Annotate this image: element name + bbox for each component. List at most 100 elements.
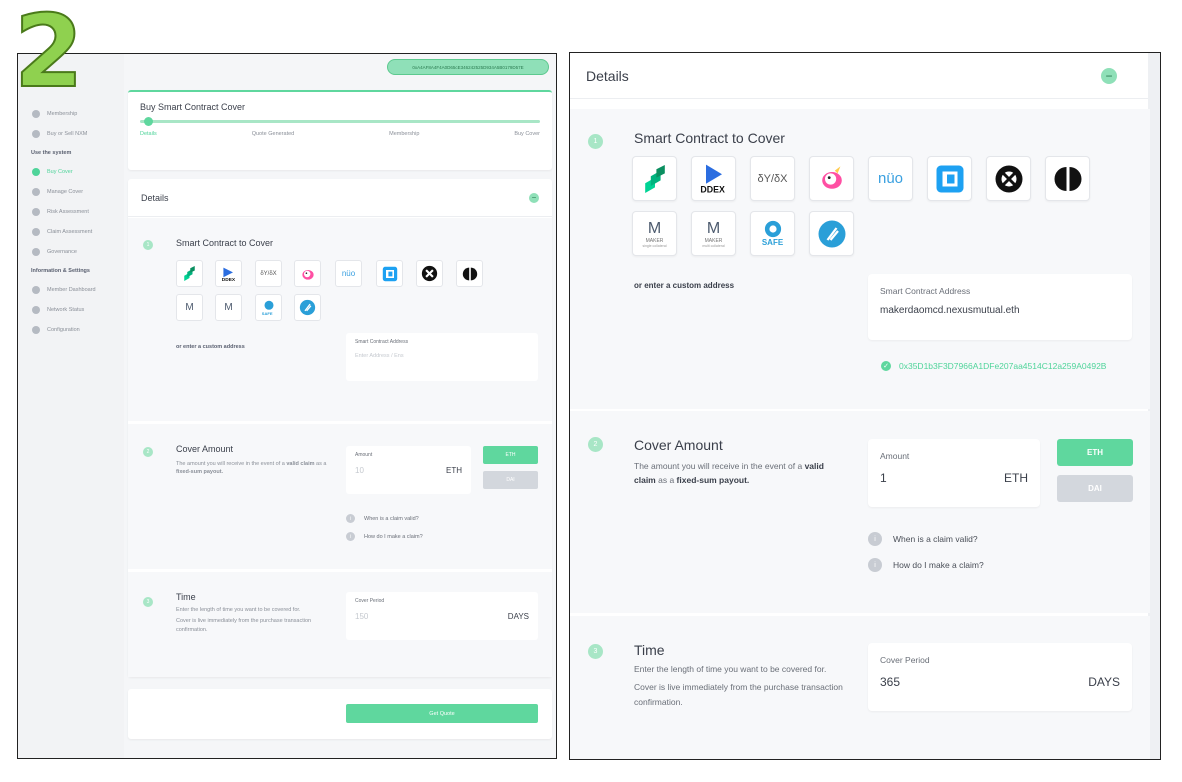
section-number-1: 1 [143,240,153,250]
details-title: Details [141,192,169,203]
dharma-logo[interactable] [456,260,483,287]
nuo-logo[interactable]: nüo [335,260,362,287]
main-content: Buy Smart Contract Cover Details Quote G… [128,90,552,739]
zerox-logo[interactable] [986,156,1031,201]
ddex-logo[interactable]: DDEX [691,156,736,201]
resolved-address: ✓ 0x35D1b3F3D7966A1DFe207aa4514C12a259A04… [881,361,1106,371]
section-smart-contract: 1 Smart Contract to Cover DDEX δY/δX nüo… [128,218,552,421]
ratio-logo[interactable]: δY/δX [750,156,795,201]
section-time: 3 Time Enter the length of time you want… [570,616,1150,759]
sidebar-item-configuration[interactable]: Configuration [18,320,124,340]
info-icon: i [868,532,882,546]
nuo-logo[interactable]: nüo [868,156,913,201]
dharma-logo[interactable] [1045,156,1090,201]
amount-input[interactable]: Amount 1 ETH [868,439,1040,507]
buy-cover-icon [32,168,40,176]
uniswap-logo[interactable] [294,260,321,287]
section-title-time: Time [634,642,665,658]
smart-contract-address-input[interactable]: Smart Contract Address makerdaomcd.nexus… [868,274,1132,340]
sidebar-item-member-dashboard[interactable]: Member Dashboard [18,280,124,300]
step-membership: Membership [389,131,420,137]
info-icon: i [868,558,882,572]
governance-icon [32,248,40,256]
dai-button[interactable]: DAI [483,471,538,489]
claim-valid-link[interactable]: i When is a claim valid? [346,514,419,523]
make-claim-link[interactable]: i How do I make a claim? [868,558,984,572]
fulcrum-logo[interactable] [809,211,854,256]
cover-period-input[interactable]: Cover Period 150 DAYS [346,592,538,640]
make-claim-link[interactable]: i How do I make a claim? [346,532,423,541]
details-header[interactable]: Details − [128,179,552,217]
sidebar-item-risk-assessment[interactable]: Risk Assessment [18,202,124,222]
section-cover-amount: 2 Cover Amount The amount you will recei… [570,411,1150,613]
section-title-cover-amount: Cover Amount [176,444,234,454]
amount-input[interactable]: Amount 10 ETH [346,446,471,494]
wallet-address-pill[interactable]: 0xA4AF8A4F4A0D65cE346242525D934A5B0179D5… [387,59,549,75]
sidebar-item-claim-assessment[interactable]: Claim Assessment [18,222,124,242]
cover-period-input[interactable]: Cover Period 365 DAYS [868,643,1132,711]
progress-track [140,117,540,126]
sidebar-item-buy-cover[interactable]: Buy Cover [18,162,124,182]
custom-address-label: or enter a custom address [634,281,735,290]
compound-logo[interactable] [176,260,203,287]
maker-multi-logo[interactable]: M MAKER multi collateral [691,211,736,256]
eth-button[interactable]: ETH [483,446,538,464]
sidebar-section-info: Information & Settings [31,268,90,274]
section-number-3: 3 [588,644,603,659]
left-screenshot-panel: Membership Buy or Sell NXM Use the syste… [17,53,557,759]
section-time: 3 Time Enter the length of time you want… [128,572,552,677]
info-icon: i [346,514,355,523]
cover-amount-description: The amount you will receive in the event… [634,461,824,486]
step-details: Details [140,131,157,137]
collapse-icon[interactable]: − [529,192,539,203]
time-description: Enter the length of time you want to be … [634,664,843,707]
custom-address-label: or enter a custom address [176,344,245,350]
safe-logo[interactable]: SAFE [750,211,795,256]
dashboard-icon [32,286,40,294]
maker-single-logo[interactable]: M [176,294,203,321]
sidebar-section-use: Use the system [31,150,72,156]
ddex-logo[interactable]: DDEX [215,260,242,287]
progress-knob [144,117,153,126]
risk-icon [32,208,40,216]
smart-contract-address-input[interactable]: Smart Contract Address Enter Address / E… [346,333,538,381]
sidebar-item-manage-cover[interactable]: Manage Cover [18,182,124,202]
maker-single-logo[interactable]: M MAKER single collateral [632,211,677,256]
section-number-2: 2 [588,437,603,452]
dydx-logo[interactable] [376,260,403,287]
info-icon: i [346,532,355,541]
step-number-badge: 2 [13,0,85,110]
sidebar-item-network-status[interactable]: Network Status [18,300,124,320]
section-title-smart-contract: Smart Contract to Cover [176,238,274,248]
section-number-2: 2 [143,447,153,457]
dydx-logo[interactable] [927,156,972,201]
sidebar-item-governance[interactable]: Governance [18,242,124,262]
dai-button[interactable]: DAI [1057,475,1133,502]
svg-text:DDEX: DDEX [221,277,235,282]
maker-multi-logo[interactable]: M [215,294,242,321]
safe-logo[interactable]: SAFE [255,294,282,321]
get-quote-button[interactable]: Get Quote [346,704,538,723]
svg-text:DDEX: DDEX [700,184,725,194]
fulcrum-logo[interactable] [294,294,321,321]
config-icon [32,326,40,334]
details-title: Details [586,67,629,84]
compound-logo[interactable] [632,156,677,201]
ratio-logo[interactable]: δY/δX [255,260,282,287]
collapse-icon[interactable]: − [1101,67,1117,84]
step-buy-cover: Buy Cover [514,131,540,137]
section-number-1: 1 [588,134,603,149]
sidebar: Membership Buy or Sell NXM Use the syste… [18,54,124,758]
network-icon [32,306,40,314]
claim-valid-link[interactable]: i When is a claim valid? [868,532,978,546]
eth-button[interactable]: ETH [1057,439,1133,466]
details-header[interactable]: Details − [570,53,1148,99]
right-zoomed-panel: Details − 1 Smart Contract to Cover DDEX… [569,52,1161,760]
quote-card: Get Quote [128,689,552,739]
zerox-logo[interactable] [416,260,443,287]
section-smart-contract: 1 Smart Contract to Cover DDEX δY/δX nüo… [570,109,1150,409]
uniswap-logo[interactable] [809,156,854,201]
section-title-smart-contract: Smart Contract to Cover [634,130,785,146]
check-icon: ✓ [881,361,891,371]
sidebar-item-buy-sell-nxm[interactable]: Buy or Sell NXM [18,124,124,144]
